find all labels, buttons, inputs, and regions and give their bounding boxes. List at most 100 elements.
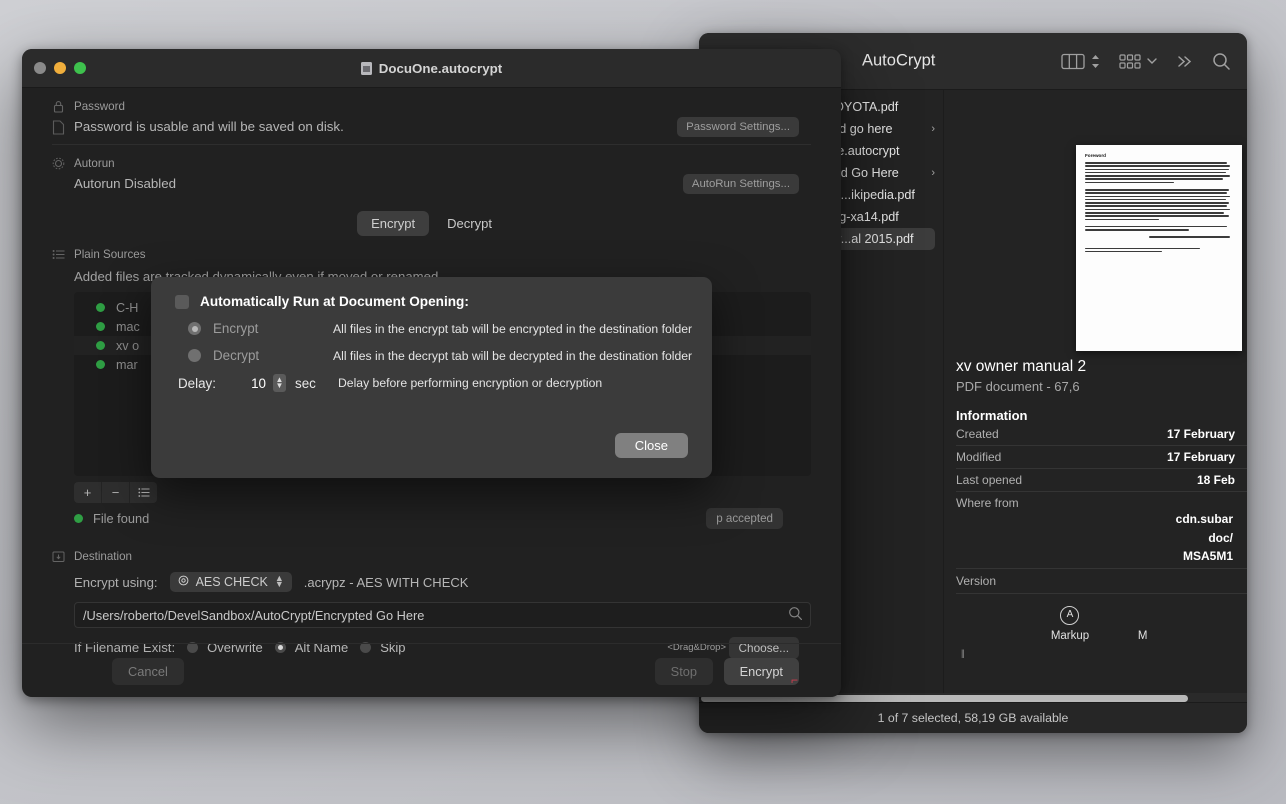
- destination-section-label: Destination: [74, 550, 132, 563]
- group-by-control[interactable]: [1119, 53, 1158, 70]
- desktop-background: AutoCrypt: [0, 0, 1286, 804]
- file-icon: [52, 120, 65, 133]
- plain-source-name: C-H: [116, 301, 138, 315]
- app-footer: Cancel Stop Encrypt: [22, 643, 841, 697]
- cipher-hint: .acrypz - AES WITH CHECK: [304, 575, 469, 590]
- status-dot-icon: [74, 514, 83, 523]
- password-section-label: Password: [74, 100, 125, 113]
- gear-icon: [52, 157, 65, 170]
- auto-run-checkbox[interactable]: [175, 295, 189, 309]
- cipher-select-value: AES CHECK: [196, 575, 268, 589]
- delay-unit: sec: [295, 376, 338, 391]
- delay-stepper[interactable]: ▲▼: [273, 374, 286, 392]
- destination-section: Destination Encrypt using: AES CHECK ▲▼ …: [22, 538, 841, 655]
- more-label: M: [1138, 630, 1148, 642]
- sources-status-row: File found p accepted: [22, 503, 841, 526]
- remove-file-button[interactable]: −: [102, 482, 130, 503]
- column-resize-grip[interactable]: ||: [961, 648, 964, 658]
- column-view-icon[interactable]: [1061, 53, 1085, 70]
- delay-label: Delay:: [178, 376, 236, 391]
- list-options-icon[interactable]: [130, 482, 157, 503]
- destination-path-input[interactable]: /Users/roberto/DevelSandbox/AutoCrypt/En…: [74, 602, 811, 628]
- preview-heading: Foreword: [1085, 153, 1233, 158]
- search-icon[interactable]: [1212, 52, 1231, 71]
- modal-title: Automatically Run at Document Opening:: [200, 294, 469, 309]
- info-where-from: Where from cdn.subar doc/ MSA5M1: [956, 492, 1247, 568]
- modal-option-encrypt-description: All files in the encrypt tab will be enc…: [333, 322, 692, 336]
- markup-label: Markup: [1051, 630, 1089, 642]
- modal-header: Automatically Run at Document Opening:: [151, 277, 712, 309]
- finder-preview-column: Foreword: [944, 90, 1247, 694]
- encrypt-using-label: Encrypt using:: [74, 575, 158, 590]
- where-from-line: MSA5M1: [956, 547, 1233, 566]
- tab-encrypt[interactable]: Encrypt: [357, 211, 429, 236]
- modal-option-decrypt-description: All files in the decrypt tab will be dec…: [333, 349, 692, 363]
- stop-button[interactable]: Stop: [655, 658, 713, 685]
- app-title: DocuOne.autocrypt: [22, 61, 841, 76]
- status-dot-icon: [96, 360, 105, 369]
- list-toolbar: + −: [74, 482, 841, 503]
- cancel-button[interactable]: Cancel: [112, 658, 184, 685]
- tab-decrypt[interactable]: Decrypt: [433, 211, 506, 236]
- text-cursor-icon: ⌐: [791, 673, 798, 687]
- status-dot-icon: [96, 303, 105, 312]
- delay-description: Delay before performing encryption or de…: [338, 376, 602, 390]
- close-button[interactable]: Close: [615, 433, 688, 458]
- password-status-row: Password is usable and will be saved on …: [22, 113, 841, 144]
- app-title-text: DocuOne.autocrypt: [379, 61, 502, 76]
- autorun-status-row: Autorun Disabled AutoRun Settings...: [22, 170, 841, 201]
- group-by-icon[interactable]: [1119, 53, 1141, 70]
- add-file-button[interactable]: +: [74, 482, 102, 503]
- info-actions: A Markup M M: [956, 594, 1247, 642]
- mode-tabs: Encrypt Decrypt: [22, 211, 841, 236]
- cipher-icon: [178, 575, 189, 589]
- info-section-heading: Information: [956, 408, 1247, 423]
- more-chevrons-icon[interactable]: [1176, 54, 1194, 69]
- finder-toolbar: [1061, 52, 1231, 71]
- info-row: Modified17 February: [956, 446, 1247, 469]
- status-dot-icon: [96, 322, 105, 331]
- view-switch[interactable]: [1061, 53, 1101, 70]
- disclosure-chevron-icon[interactable]: ›: [931, 167, 935, 179]
- autorun-settings-button[interactable]: AutoRun Settings...: [683, 174, 799, 194]
- document-preview-thumbnail[interactable]: Foreword: [1076, 145, 1242, 351]
- info-version-label: Version: [956, 568, 1247, 594]
- plain-sources-section-header: Plain Sources: [22, 236, 841, 261]
- destination-section-header: Destination: [22, 538, 841, 563]
- disclosure-chevron-icon[interactable]: ›: [931, 123, 935, 135]
- password-settings-button[interactable]: Password Settings...: [677, 117, 799, 137]
- sources-status-text: File found: [93, 511, 149, 526]
- modal-option-encrypt-label: Encrypt: [213, 321, 333, 336]
- chevron-down-icon[interactable]: [1146, 56, 1158, 66]
- status-dot-icon: [96, 341, 105, 350]
- destination-folder-icon: [52, 550, 65, 563]
- search-icon[interactable]: [788, 606, 803, 624]
- document-icon: [361, 62, 372, 75]
- markup-action[interactable]: A Markup: [1051, 606, 1089, 642]
- chevron-updown-icon[interactable]: ▲▼: [275, 576, 284, 587]
- info-row-key: Created: [956, 427, 999, 441]
- drop-accepted-badge: p accepted: [706, 508, 783, 529]
- plain-source-name: mar: [116, 358, 138, 372]
- encrypt-button[interactable]: Encrypt: [724, 658, 799, 685]
- modal-option-decrypt[interactable]: Decrypt All files in the decrypt tab wil…: [151, 348, 712, 363]
- destination-path-value: /Users/roberto/DevelSandbox/AutoCrypt/En…: [83, 608, 424, 623]
- finder-status-bar: 1 of 7 selected, 58,19 GB available: [699, 702, 1247, 733]
- encrypt-using-row: Encrypt using: AES CHECK ▲▼ .acrypz - AE…: [22, 572, 841, 592]
- markup-icon: A: [1060, 606, 1079, 625]
- info-row-key: Modified: [956, 450, 1001, 464]
- radio-icon[interactable]: [188, 349, 201, 362]
- lock-icon: [52, 100, 65, 113]
- info-where-from-label: Where from: [956, 496, 1235, 510]
- chevron-updown-icon[interactable]: [1090, 53, 1101, 70]
- delay-value[interactable]: 10: [236, 376, 266, 391]
- modal-option-encrypt[interactable]: Encrypt All files in the encrypt tab wil…: [151, 321, 712, 336]
- app-titlebar: DocuOne.autocrypt: [22, 49, 841, 88]
- info-row-value: 17 February: [1167, 427, 1235, 441]
- radio-icon[interactable]: [188, 322, 201, 335]
- cipher-select[interactable]: AES CHECK ▲▼: [170, 572, 292, 592]
- where-from-line: cdn.subar: [956, 510, 1233, 529]
- more-action[interactable]: M M: [1133, 606, 1152, 642]
- info-row-key: Last opened: [956, 473, 1022, 487]
- autorun-section-header: Autorun: [22, 145, 841, 170]
